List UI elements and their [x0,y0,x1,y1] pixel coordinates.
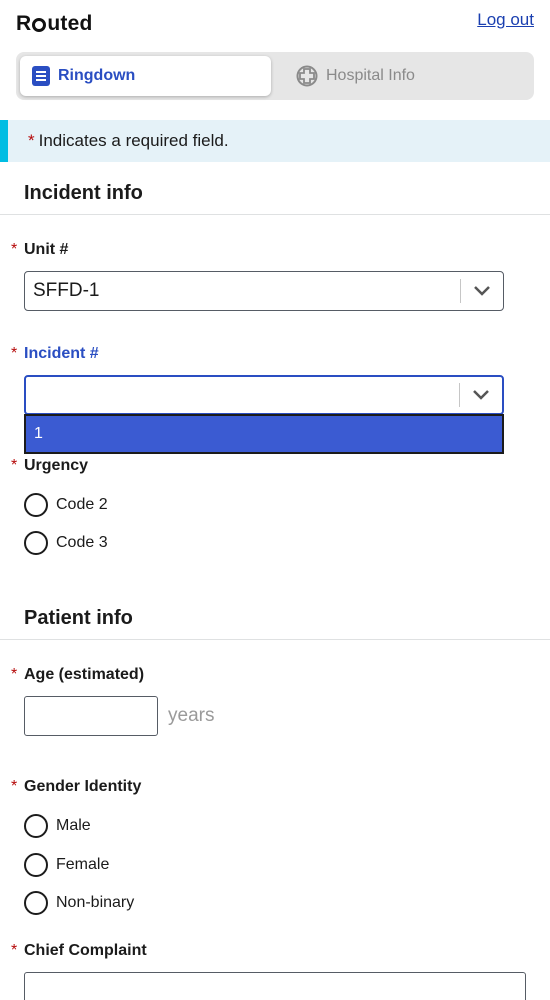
tab-ringdown[interactable]: Ringdown [20,56,271,96]
unit-label: Unit # [24,241,69,258]
tab-hospital-info[interactable]: Hospital Info [284,56,530,96]
section-divider [0,214,550,215]
gender-female-radio[interactable]: Female [24,853,109,877]
tab-ringdown-label: Ringdown [58,67,136,84]
logo-o-mark [32,18,47,32]
radio-circle[interactable] [24,814,48,838]
incident-dropdown-menu: 1 [24,414,504,454]
unit-select-value: SFFD-1 [33,280,100,301]
required-asterisk: * [28,131,35,150]
logout-link[interactable]: Log out [477,10,534,30]
required-asterisk: * [11,457,18,474]
radio-label: Female [56,856,110,873]
routed-logo: Ruted [16,12,93,36]
chief-complaint-label: Chief Complaint [24,942,147,959]
alert-text: Indicates a required field. [38,131,229,150]
unit-select[interactable]: SFFD-1 [24,271,504,311]
section-divider [0,639,550,640]
radio-label: Male [56,817,91,834]
required-field-alert: * Indicates a required field. [0,120,550,162]
urgency-label: Urgency [24,457,89,474]
logo-text-end: uted [47,12,93,35]
chevron-down-icon[interactable] [460,389,502,401]
gender-non-binary-radio[interactable]: Non-binary [24,891,134,915]
radio-circle[interactable] [24,853,48,877]
required-asterisk: * [11,345,18,362]
logo-text-start: R [16,12,32,35]
clipboard-icon [32,66,50,86]
gender-label: Gender Identity [24,778,142,795]
urgency-code-3-radio[interactable]: Code 3 [24,531,108,555]
incident-option[interactable]: 1 [26,416,502,452]
radio-label: Non-binary [56,894,135,911]
radio-circle[interactable] [24,493,48,517]
age-input[interactable] [24,696,158,736]
incident-label: Incident # [24,345,99,362]
incident-section-title: Incident info [24,182,143,204]
required-asterisk: * [11,942,18,959]
required-asterisk: * [11,666,18,683]
tab-hospital-info-label: Hospital Info [326,67,415,84]
required-asterisk: * [11,778,18,795]
age-label: Age (estimated) [24,666,145,683]
tab-bar: Ringdown Hospital Info [16,52,534,100]
radio-label: Code 2 [56,496,108,513]
incident-select[interactable] [24,375,504,415]
radio-circle[interactable] [24,531,48,555]
patient-section-title: Patient info [24,607,133,629]
radio-circle[interactable] [24,891,48,915]
hospital-plus-icon [296,65,318,87]
age-unit-suffix: years [168,705,215,726]
chevron-down-icon[interactable] [461,285,503,297]
urgency-code-2-radio[interactable]: Code 2 [24,493,108,517]
gender-male-radio[interactable]: Male [24,814,91,838]
chief-complaint-textarea[interactable] [24,972,526,1000]
radio-label: Code 3 [56,534,108,551]
required-asterisk: * [11,241,18,258]
